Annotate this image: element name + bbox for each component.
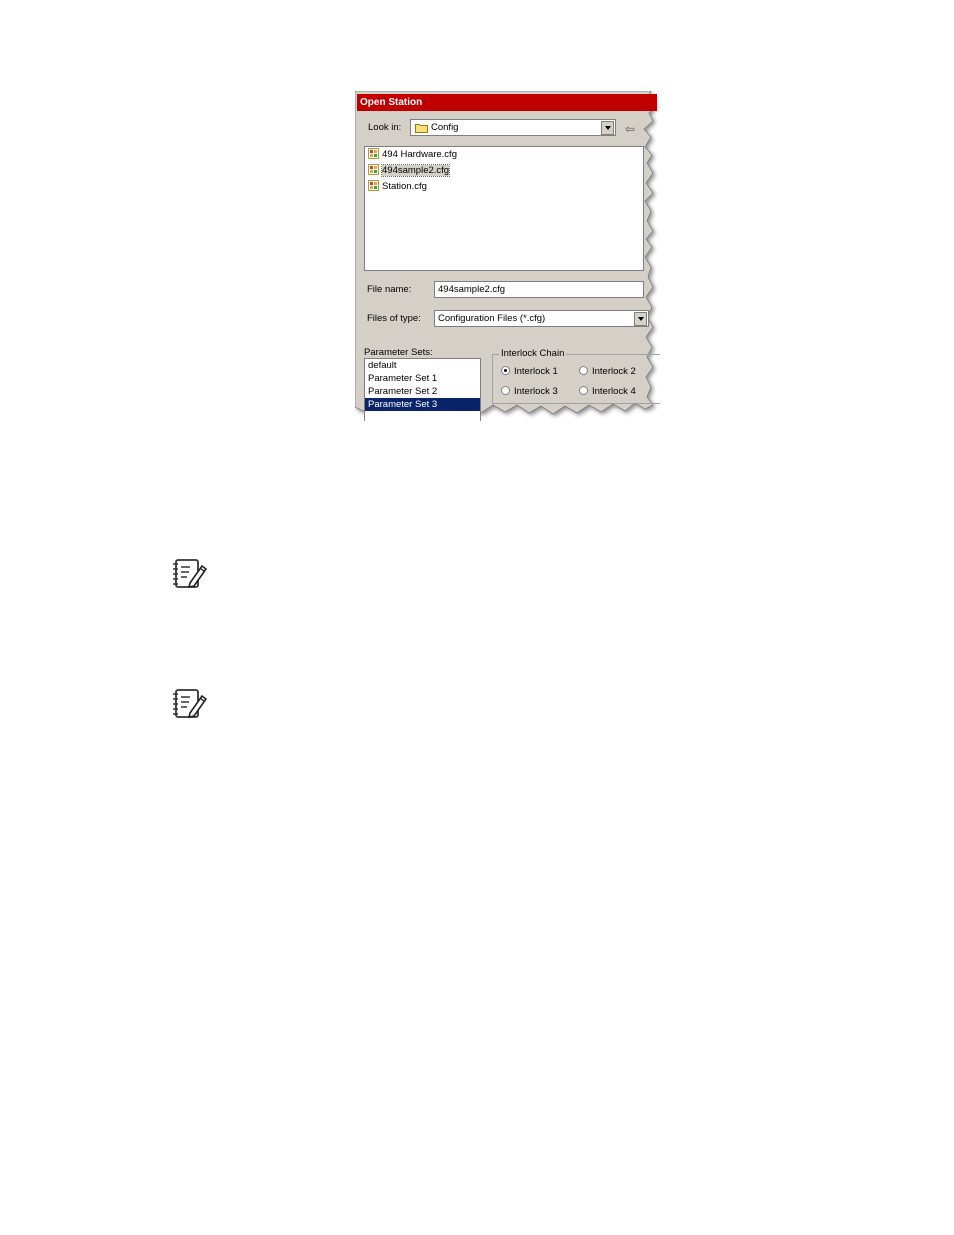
interlock-3-radio[interactable]: Interlock 3 (501, 386, 558, 398)
file-name-input[interactable]: 494sample2.cfg (434, 281, 644, 298)
interlock-1-label: Interlock 1 (514, 366, 558, 377)
parameter-set-default[interactable]: default (365, 359, 480, 372)
parameter-set-3[interactable]: Parameter Set 3 (365, 398, 480, 411)
parameter-set-1[interactable]: Parameter Set 1 (365, 372, 480, 385)
note-pencil-icon (173, 559, 208, 589)
file-name-text: Station.cfg (382, 181, 427, 192)
radio-unchecked-icon (579, 386, 588, 395)
file-item-494sample2[interactable]: 494sample2.cfg (368, 164, 451, 178)
interlock-4-radio[interactable]: Interlock 4 (579, 386, 636, 398)
parameter-sets-label: Parameter Sets: (364, 347, 433, 358)
config-file-icon (368, 180, 379, 191)
files-of-type-dropdown-button[interactable] (634, 312, 647, 326)
note-pencil-icon (173, 689, 208, 719)
look-in-value: Config (431, 122, 459, 133)
config-file-icon (368, 164, 379, 175)
file-item-494-hardware[interactable]: 494 Hardware.cfg (368, 148, 457, 162)
folder-icon (415, 124, 428, 133)
parameter-sets-list[interactable]: default Parameter Set 1 Parameter Set 2 … (364, 358, 481, 421)
file-name-text: 494 Hardware.cfg (382, 149, 457, 160)
file-name-label: File name: (367, 284, 412, 295)
look-in-label: Look in: (368, 122, 402, 133)
file-item-station[interactable]: Station.cfg (368, 180, 427, 194)
interlock-4-label: Interlock 4 (592, 386, 636, 397)
back-arrow-icon[interactable]: ⇦ (625, 122, 635, 136)
files-of-type-value: Configuration Files (*.cfg) (438, 313, 546, 324)
look-in-dropdown-button[interactable] (601, 121, 614, 135)
dialog-title-bar[interactable]: Open Station (357, 94, 657, 111)
radio-unchecked-icon (579, 366, 588, 375)
file-name-text: 494sample2.cfg (380, 164, 451, 177)
files-of-type-label: Files of type: (367, 313, 421, 324)
radio-checked-icon (501, 366, 510, 375)
interlock-chain-title: Interlock Chain (499, 348, 567, 359)
file-list[interactable]: 494 Hardware.cfg 494sample2.cfg Station.… (364, 146, 644, 271)
interlock-2-radio[interactable]: Interlock 2 (579, 366, 636, 378)
open-station-dialog: Open Station Look in: Config ⇦ 494 Hardw… (355, 91, 660, 421)
look-in-dropdown[interactable]: Config (410, 119, 616, 136)
interlock-3-label: Interlock 3 (514, 386, 558, 397)
interlock-2-label: Interlock 2 (592, 366, 636, 377)
parameter-set-2[interactable]: Parameter Set 2 (365, 385, 480, 398)
interlock-chain-group: Interlock Chain Interlock 1 Interlock 2 … (492, 348, 660, 404)
interlock-1-radio[interactable]: Interlock 1 (501, 366, 558, 378)
files-of-type-dropdown[interactable]: Configuration Files (*.cfg) (434, 310, 649, 327)
radio-unchecked-icon (501, 386, 510, 395)
config-file-icon (368, 148, 379, 159)
